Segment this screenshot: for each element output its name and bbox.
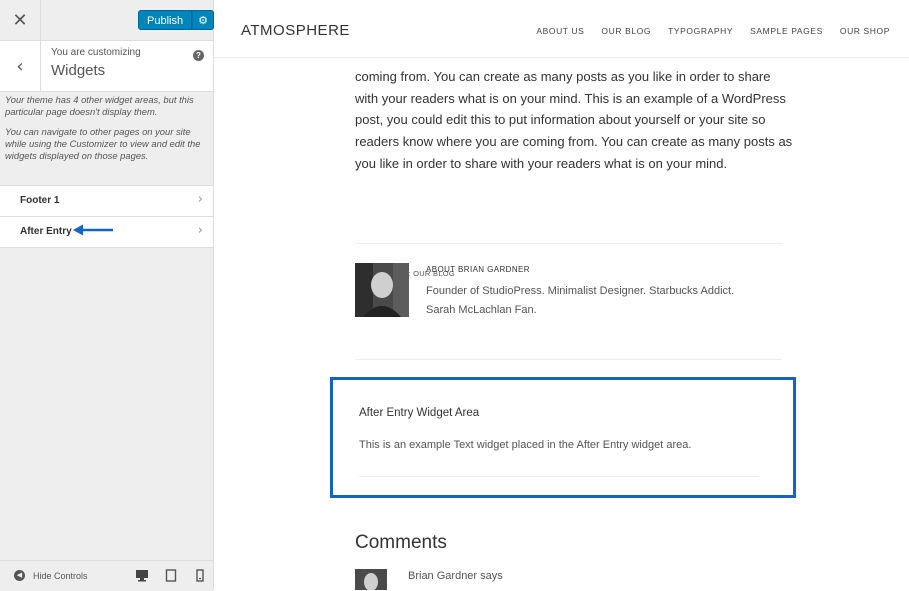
after-entry-widget-area: After Entry Widget Area This is an examp…	[330, 377, 796, 498]
post-body: coming from. You can create as many post…	[355, 69, 793, 171]
publish-button[interactable]: Publish	[138, 10, 193, 30]
customizing-label: You are customizing	[51, 47, 141, 58]
tablet-icon[interactable]	[165, 569, 177, 582]
comments-title: Comments	[355, 532, 447, 553]
help-icon[interactable]: ?	[193, 50, 204, 61]
nav-item-sample-pages[interactable]: SAMPLE PAGES	[750, 26, 823, 36]
mobile-icon[interactable]	[195, 569, 205, 582]
nav-item-our-blog[interactable]: OUR BLOG	[601, 26, 651, 36]
site-preview: ATMOSPHERE ABOUT US OUR BLOG TYPOGRAPHY …	[214, 0, 909, 590]
widget-area-footer-1[interactable]: Footer 1 ›	[0, 185, 213, 216]
hide-controls-label: Hide Controls	[33, 570, 88, 581]
annotation-arrow-icon	[73, 224, 113, 236]
commenter-avatar	[355, 569, 387, 590]
description-line: Your theme has 4 other widget areas, but…	[5, 94, 194, 117]
widget-title: After Entry Widget Area	[359, 407, 480, 419]
gear-icon[interactable]: ⚙	[192, 10, 215, 30]
hide-controls-button[interactable]: ◀ Hide Controls	[14, 570, 88, 581]
section-header: ‹ You are customizing Widgets ?	[0, 41, 213, 92]
widget-text: This is an example Text widget placed in…	[359, 439, 692, 451]
customizer-header: ✕ Publish ⚙	[0, 0, 215, 41]
widget-area-label: After Entry	[20, 226, 72, 237]
nav-item-our-shop[interactable]: OUR SHOP	[840, 26, 890, 36]
section-title: Widgets	[51, 62, 106, 79]
customizer-footer: ◀ Hide Controls	[0, 560, 213, 591]
widget-area-label: Footer 1	[20, 195, 60, 206]
author-heading: ABOUT BRIAN GARDNER	[426, 265, 530, 274]
nav-item-typography[interactable]: TYPOGRAPHY	[668, 26, 733, 36]
customizer-sidebar: ✕ Publish ⚙ ‹ You are customizing Widget…	[0, 0, 215, 591]
close-icon[interactable]: ✕	[0, 0, 41, 40]
author-avatar	[355, 263, 409, 317]
primary-nav: ABOUT US OUR BLOG TYPOGRAPHY SAMPLE PAGE…	[536, 26, 890, 36]
author-bio: Founder of StudioPress. Minimalist Desig…	[426, 285, 735, 316]
divider	[359, 476, 759, 477]
chevron-right-icon: ›	[197, 223, 203, 238]
description-line: You can navigate to other pages on your …	[5, 126, 201, 161]
site-title[interactable]: ATMOSPHERE	[241, 22, 350, 39]
nav-item-about-us[interactable]: ABOUT US	[536, 26, 584, 36]
chevron-right-icon: ›	[197, 192, 203, 207]
section-description: Your theme has 4 other widget areas, but…	[5, 94, 205, 170]
publish-group: Publish ⚙	[138, 10, 215, 30]
commenter-name: Brian Gardner says	[408, 570, 503, 582]
collapse-icon: ◀	[14, 570, 25, 581]
chevron-left-icon[interactable]: ‹	[0, 41, 41, 91]
divider	[355, 243, 782, 244]
site-header: ATMOSPHERE ABOUT US OUR BLOG TYPOGRAPHY …	[214, 0, 909, 58]
desktop-icon[interactable]	[135, 569, 149, 582]
divider	[355, 359, 782, 360]
